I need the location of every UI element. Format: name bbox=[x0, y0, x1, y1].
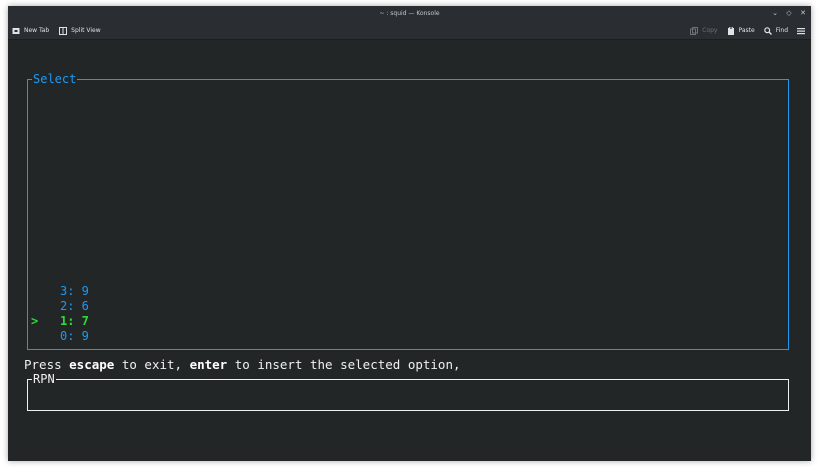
find-button[interactable]: Find bbox=[763, 25, 788, 36]
hint-to-exit: to exit, bbox=[114, 357, 190, 372]
help-hint: Press escape to exit, enter to insert th… bbox=[24, 357, 461, 373]
split-view-icon bbox=[59, 26, 68, 35]
window-title: ~ : squid — Konsole bbox=[379, 10, 440, 17]
option-item-selected[interactable]: > 1: 7 bbox=[28, 314, 788, 329]
new-tab-button[interactable]: New Tab bbox=[12, 25, 49, 36]
copy-button[interactable]: Copy bbox=[690, 25, 718, 36]
option-item[interactable]: 3: 9 bbox=[28, 284, 788, 299]
split-view-button[interactable]: Split View bbox=[59, 25, 101, 36]
hamburger-menu-icon bbox=[797, 27, 805, 34]
hint-enter-key: enter bbox=[189, 357, 228, 372]
find-label: Find bbox=[775, 27, 788, 34]
new-tab-label: New Tab bbox=[24, 27, 50, 34]
rpn-box-title: RPN bbox=[32, 371, 56, 387]
new-tab-icon bbox=[12, 27, 20, 34]
paste-icon bbox=[727, 26, 734, 35]
rpn-input-box[interactable]: RPN bbox=[27, 371, 789, 411]
hint-to-insert: to insert the selected option, bbox=[227, 357, 461, 372]
copy-label: Copy bbox=[702, 27, 718, 34]
toolbar: New Tab Split View Copy Paste Find bbox=[8, 22, 811, 40]
konsole-window: ~ : squid — Konsole ⌄ ◇ ✕ New Tab Split … bbox=[8, 6, 811, 461]
hint-escape-key: escape bbox=[69, 357, 115, 372]
select-box-title: Select bbox=[32, 71, 78, 87]
copy-icon bbox=[690, 26, 699, 35]
option-label: 2: 6 bbox=[60, 299, 89, 313]
hint-press: Press bbox=[24, 357, 70, 372]
paste-button[interactable]: Paste bbox=[727, 25, 755, 36]
search-icon bbox=[763, 26, 772, 35]
maximize-icon[interactable]: ◇ bbox=[785, 9, 793, 18]
minimize-icon[interactable]: ⌄ bbox=[771, 9, 779, 18]
option-item[interactable]: 0: 9 bbox=[28, 329, 788, 344]
option-item[interactable]: 2: 6 bbox=[28, 299, 788, 314]
window-controls: ⌄ ◇ ✕ bbox=[771, 9, 807, 18]
close-icon[interactable]: ✕ bbox=[799, 9, 807, 18]
selection-marker: > bbox=[31, 314, 39, 328]
option-list: 3: 9 2: 6 > 1: 7 0: 9 bbox=[28, 284, 788, 344]
hamburger-menu-button[interactable] bbox=[797, 25, 805, 36]
option-label: 0: 9 bbox=[60, 329, 89, 343]
select-box: Select 3: 9 2: 6 > 1: 7 0: 9 bbox=[27, 71, 789, 350]
terminal-area[interactable]: Select 3: 9 2: 6 > 1: 7 0: 9 Press escap… bbox=[8, 40, 811, 461]
paste-label: Paste bbox=[738, 27, 755, 34]
title-bar: ~ : squid — Konsole ⌄ ◇ ✕ bbox=[8, 6, 811, 22]
split-view-label: Split View bbox=[71, 27, 101, 34]
option-label: 1: 7 bbox=[60, 314, 89, 328]
option-label: 3: 9 bbox=[60, 284, 89, 298]
